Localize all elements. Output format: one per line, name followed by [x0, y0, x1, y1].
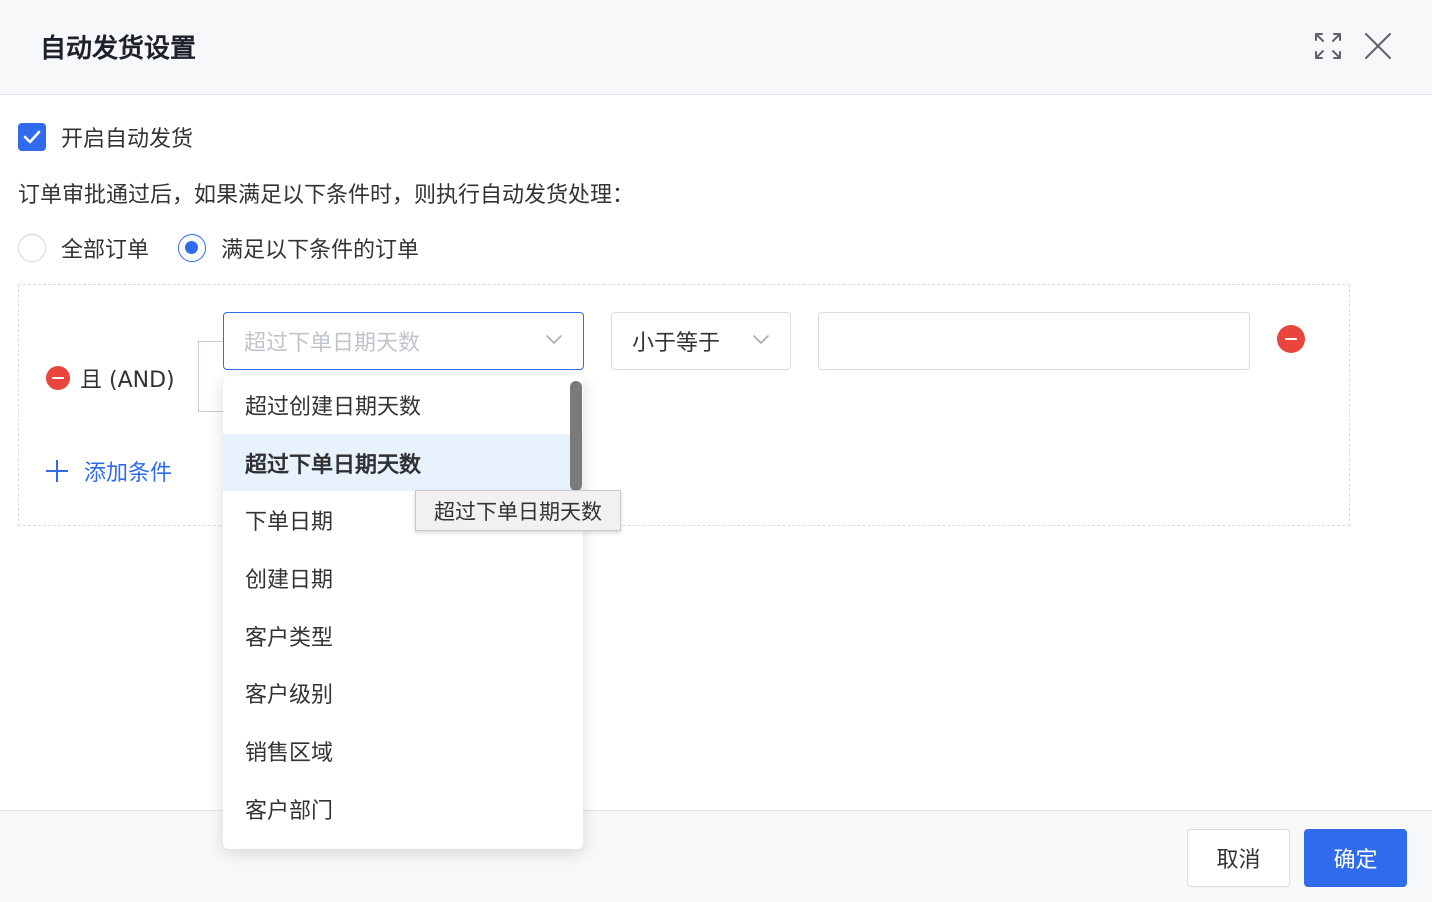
dropdown-item-label: 超过下单日期天数 [245, 452, 422, 478]
radio-all-orders[interactable] [18, 234, 46, 262]
dropdown-scrollbar[interactable] [570, 381, 582, 491]
dropdown-item[interactable]: 客户部门 [223, 780, 583, 838]
check-icon [23, 130, 41, 144]
dropdown-item-label: 客户级别 [245, 683, 334, 709]
logic-group: 且 (AND) [46, 362, 175, 394]
add-condition-button[interactable]: 添加条件 [46, 455, 172, 487]
confirm-button[interactable]: 确定 [1304, 829, 1407, 887]
enable-label: 开启自动发货 [61, 127, 194, 152]
close-icon[interactable] [1362, 30, 1394, 62]
dropdown-item-label: 下单日期 [245, 510, 334, 536]
dropdown-item-label: 创建日期 [245, 567, 334, 593]
dropdown-item-label: 客户部门 [245, 798, 334, 824]
dropdown-item[interactable]: 创建日期 [223, 549, 583, 607]
operator-select-value: 小于等于 [632, 331, 721, 356]
remove-condition-button[interactable] [1277, 325, 1305, 353]
enable-auto-ship[interactable]: 开启自动发货 [18, 121, 193, 153]
radio-conditional-orders-label: 满足以下条件的订单 [221, 238, 420, 263]
dropdown-item-label: 客户类型 [245, 625, 334, 651]
dropdown-item-label: 超过创建日期天数 [245, 394, 422, 420]
cancel-button[interactable]: 取消 [1187, 829, 1290, 887]
radio-conditional-orders[interactable] [178, 234, 207, 262]
condition-value-input[interactable] [818, 312, 1250, 370]
field-dropdown: 超过创建日期天数 超过下单日期天数 下单日期 创建日期 客户类型 客户级别 销售… [223, 376, 583, 849]
dropdown-item[interactable]: 超过创建日期天数 [223, 376, 583, 434]
field-select[interactable]: 超过下单日期天数 [223, 312, 584, 370]
dropdown-item[interactable]: 销售区域 [223, 722, 583, 780]
dropdown-item-label: 销售区域 [245, 740, 334, 766]
dialog-header: 自动发货设置 [0, 0, 1432, 95]
remove-group-icon[interactable] [46, 366, 70, 390]
enable-checkbox[interactable] [18, 123, 46, 151]
chevron-down-icon [753, 335, 769, 344]
dropdown-item[interactable]: 客户级别 [223, 664, 583, 722]
description-text: 订单审批通过后，如果满足以下条件时，则执行自动发货处理： [18, 183, 635, 208]
field-select-value: 超过下单日期天数 [244, 331, 421, 356]
expand-icon[interactable] [1312, 30, 1344, 62]
tooltip: 超过下单日期天数 [415, 490, 621, 531]
chevron-down-icon [546, 335, 562, 344]
plus-icon [46, 459, 70, 483]
group-bracket [198, 341, 224, 412]
radio-all-orders-label: 全部订单 [61, 238, 150, 263]
operator-select[interactable]: 小于等于 [611, 312, 791, 370]
dialog-title: 自动发货设置 [40, 34, 197, 64]
add-condition-label: 添加条件 [84, 461, 173, 486]
logic-label: 且 (AND) [80, 368, 175, 393]
scope-radio-group: 全部订单 满足以下条件的订单 [18, 232, 419, 264]
dropdown-item[interactable]: 客户类型 [223, 607, 583, 665]
dropdown-item[interactable]: 超过下单日期天数 [223, 433, 583, 492]
